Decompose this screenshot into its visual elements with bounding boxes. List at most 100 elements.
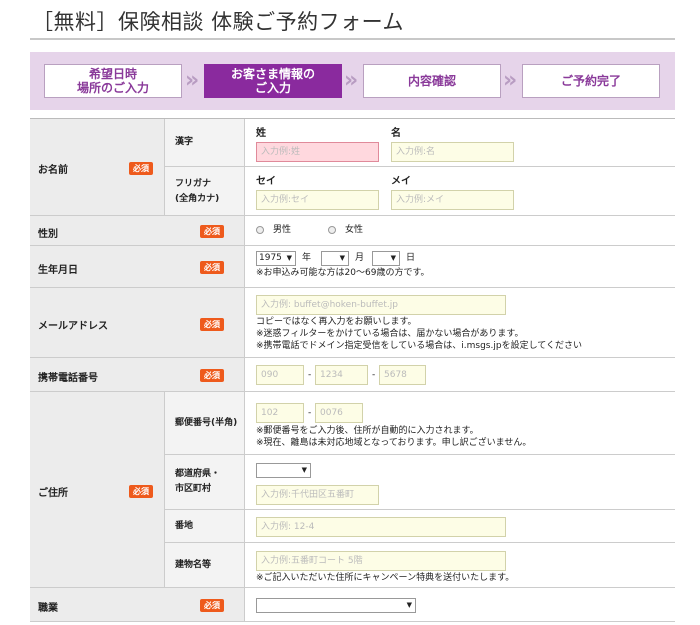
required-badge: 必須 bbox=[200, 225, 224, 238]
gender-label-cell: 性別 必須 bbox=[30, 216, 245, 246]
sei-kana-label: セイ bbox=[256, 176, 276, 187]
step-indicator: 希望日時 場所のご入力 » お客さま情報の ご入力 » 内容確認 » ご予約完了 bbox=[30, 52, 675, 110]
address-label: ご住所 bbox=[38, 488, 68, 499]
step-complete: ご予約完了 bbox=[522, 64, 660, 98]
chevron-down-icon: ▼ bbox=[406, 601, 412, 609]
kanji-input-cell: 姓 名 入力例:姓 入力例:名 bbox=[245, 119, 675, 167]
step-label: 希望日時 bbox=[88, 67, 137, 81]
kana-input-cell: セイ メイ 入力例:セイ 入力例:メイ bbox=[245, 167, 675, 216]
step-label: ご予約完了 bbox=[560, 74, 621, 88]
gender-input-cell: 男性 女性 bbox=[245, 216, 675, 246]
kanji-label: 漢字 bbox=[175, 137, 194, 147]
address-label-cell: ご住所 必須 bbox=[30, 392, 165, 588]
banchi-input-cell: 入力例: 12-4 bbox=[245, 510, 675, 543]
required-badge: 必須 bbox=[200, 369, 224, 382]
gender-male-radio[interactable] bbox=[256, 226, 264, 234]
birth-label-cell: 生年月日 必須 bbox=[30, 246, 245, 288]
step-label: お客さま情報の bbox=[230, 67, 315, 81]
reservation-form: お名前 必須 漢字 姓 名 入力例:姓 入力例:名 フリガナ (全角カナ) セイ … bbox=[30, 118, 675, 625]
step-confirm: 内容確認 bbox=[363, 64, 501, 98]
pref-label-cell: 都道府県・ 市区町村 bbox=[165, 455, 245, 510]
chevron-down-icon: ▼ bbox=[390, 254, 396, 262]
required-badge: 必須 bbox=[200, 261, 224, 274]
building-label-cell: 建物名等 bbox=[165, 543, 245, 588]
mei-kana-input[interactable]: 入力例:メイ bbox=[391, 190, 514, 210]
day-unit: 日 bbox=[406, 253, 416, 263]
banchi-label: 番地 bbox=[175, 521, 194, 531]
email-note: ※携帯電話でドメイン指定受信をしている場合は、i.msgs.jpを設定してくださ… bbox=[256, 341, 583, 351]
mei-kana-label: メイ bbox=[391, 176, 411, 187]
kanji-label-cell: 漢字 bbox=[165, 119, 245, 167]
postal-label-cell: 郵便番号(半角) bbox=[165, 392, 245, 455]
email-label: メールアドレス bbox=[38, 321, 108, 332]
postal-label: 郵便番号(半角) bbox=[175, 418, 238, 428]
mei-input[interactable]: 入力例:名 bbox=[391, 142, 514, 162]
birth-month-select[interactable]: ▼ bbox=[321, 251, 349, 266]
gender-label: 性別 bbox=[38, 229, 58, 240]
phone-part2-input[interactable]: 1234 bbox=[315, 365, 368, 385]
kana-label: フリガナ (全角カナ) bbox=[175, 179, 220, 204]
step-arrow-icon: » bbox=[344, 68, 359, 93]
birth-label: 生年月日 bbox=[38, 265, 78, 276]
required-badge: 必須 bbox=[200, 599, 224, 612]
banchi-input[interactable]: 入力例: 12-4 bbox=[256, 517, 506, 537]
title-divider bbox=[30, 38, 675, 40]
phone-part3-input[interactable]: 5678 bbox=[379, 365, 426, 385]
gender-female-radio[interactable] bbox=[328, 226, 336, 234]
mei-label: 名 bbox=[391, 128, 401, 139]
step-label: 内容確認 bbox=[407, 74, 456, 88]
birth-note: ※お申込み可能な方は20～69歳の方です。 bbox=[256, 268, 430, 278]
postal-part1-input[interactable]: 102 bbox=[256, 403, 304, 423]
sei-kana-input[interactable]: 入力例:セイ bbox=[256, 190, 379, 210]
postal-dash: - bbox=[308, 408, 312, 418]
email-input[interactable]: 入力例: buffet@hoken-buffet.jp bbox=[256, 295, 506, 315]
step-arrow-icon: » bbox=[503, 68, 518, 93]
prefecture-select[interactable]: ▼ bbox=[256, 463, 311, 478]
pref-label: 都道府県・ 市区町村 bbox=[175, 469, 221, 494]
step-label: ご入力 bbox=[254, 81, 291, 95]
phone-dash: - bbox=[308, 370, 312, 380]
postal-part2-input[interactable]: 0076 bbox=[315, 403, 363, 423]
phone-label-cell: 携帯電話番号 必須 bbox=[30, 358, 245, 392]
page-title: ［無料］保険相談 体験ご予約フォーム bbox=[32, 10, 405, 34]
gender-male-label[interactable]: 男性 bbox=[273, 224, 291, 237]
job-label-cell: 職業 必須 bbox=[30, 588, 245, 622]
name-label: お名前 bbox=[38, 165, 68, 176]
birth-day-select[interactable]: ▼ bbox=[372, 251, 400, 266]
building-label: 建物名等 bbox=[175, 560, 212, 570]
building-input[interactable]: 入力例:五番町コート 5階 bbox=[256, 551, 506, 571]
month-unit: 月 bbox=[355, 253, 365, 263]
step-datetime-place: 希望日時 場所のご入力 bbox=[44, 64, 182, 98]
required-badge: 必須 bbox=[200, 318, 224, 331]
city-input[interactable]: 入力例:千代田区五番町 bbox=[256, 485, 379, 505]
year-unit: 年 bbox=[302, 253, 312, 263]
phone-dash: - bbox=[372, 370, 376, 380]
sei-label: 姓 bbox=[256, 128, 266, 139]
chevron-down-icon: ▼ bbox=[286, 254, 292, 262]
building-note: ※ご記入いただいた住所にキャンペーン特典を送付いたします。 bbox=[256, 573, 515, 583]
sei-input[interactable]: 入力例:姓 bbox=[256, 142, 379, 162]
chevron-down-icon: ▼ bbox=[339, 254, 345, 262]
phone-part1-input[interactable]: 090 bbox=[256, 365, 304, 385]
job-label: 職業 bbox=[38, 603, 58, 614]
banchi-label-cell: 番地 bbox=[165, 510, 245, 543]
required-badge: 必須 bbox=[129, 162, 153, 175]
postal-input-cell: 102 - 0076 ※郵便番号をご入力後、住所が自動的に入力されます。 ※現在… bbox=[245, 392, 675, 455]
birth-year-select[interactable]: 1975 ▼ bbox=[256, 251, 296, 266]
kana-label-cell: フリガナ (全角カナ) bbox=[165, 167, 245, 216]
birth-input-cell: 1975 ▼ 年 ▼ 月 ▼ 日 ※お申込み可能な方は20～69歳の方です。 bbox=[245, 246, 675, 288]
postal-note: ※現在、離島は未対応地域となっております。申し訳ございません。 bbox=[256, 438, 532, 448]
job-input-cell: ▼ bbox=[245, 588, 675, 622]
step-arrow-icon: » bbox=[185, 68, 200, 93]
step-customer-info: お客さま情報の ご入力 bbox=[204, 64, 342, 98]
building-input-cell: 入力例:五番町コート 5階 ※ご記入いただいた住所にキャンペーン特典を送付いたし… bbox=[245, 543, 675, 588]
gender-female-label[interactable]: 女性 bbox=[345, 224, 363, 237]
job-select[interactable]: ▼ bbox=[256, 598, 416, 613]
name-label-cell: お名前 必須 bbox=[30, 119, 165, 216]
step-label: 場所のご入力 bbox=[76, 81, 149, 95]
email-label-cell: メールアドレス 必須 bbox=[30, 288, 245, 358]
pref-input-cell: ▼ 入力例:千代田区五番町 bbox=[245, 455, 675, 510]
phone-label: 携帯電話番号 bbox=[38, 373, 98, 384]
email-input-cell: 入力例: buffet@hoken-buffet.jp コピーではなく再入力をお… bbox=[245, 288, 675, 358]
phone-input-cell: 090 - 1234 - 5678 bbox=[245, 358, 675, 392]
